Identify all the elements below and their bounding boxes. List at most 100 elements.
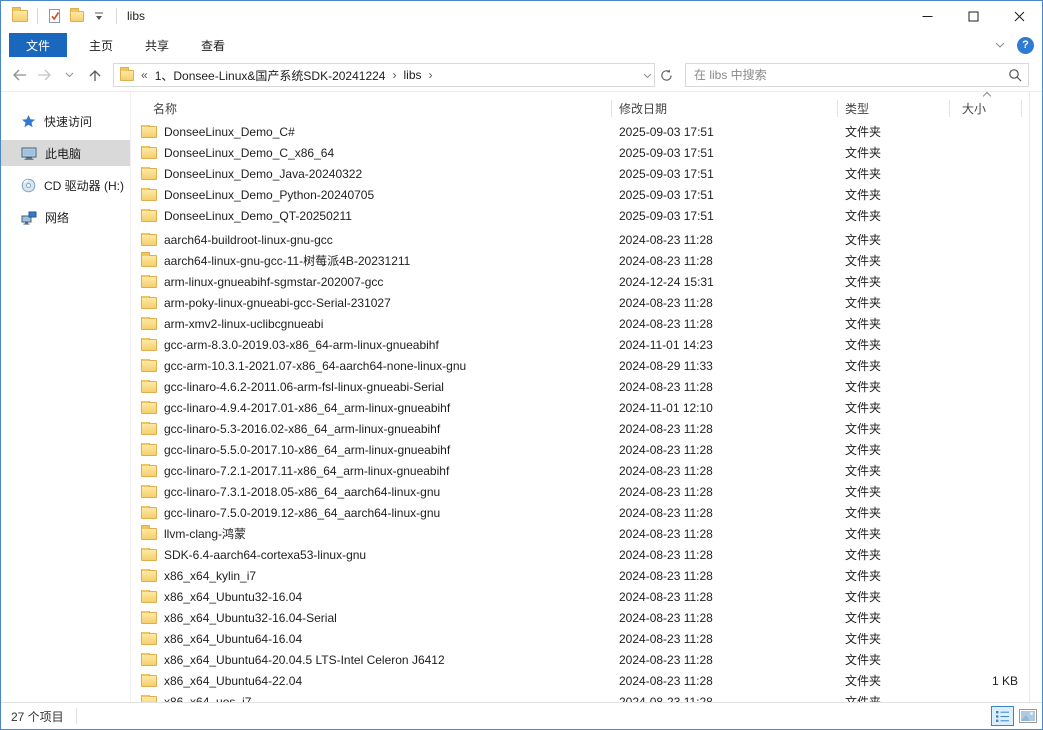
file-row[interactable]: arm-linux-gnueabihf-sgmstar-202007-gcc 2… xyxy=(131,271,1042,292)
file-name-cell[interactable]: arm-poky-linux-gnueabi-gcc-Serial-231027 xyxy=(131,296,612,310)
file-row[interactable]: gcc-linaro-7.3.1-2018.05-x86_64_aarch64-… xyxy=(131,481,1042,502)
file-row[interactable]: x86_x64_Ubuntu32-16.04 2024-08-23 11:28 … xyxy=(131,586,1042,607)
file-row[interactable]: x86_x64_kylin_i7 2024-08-23 11:28 文件夹 xyxy=(131,565,1042,586)
tab-home[interactable]: 主页 xyxy=(73,33,129,57)
file-name-cell[interactable]: x86_x64_Ubuntu32-16.04-Serial xyxy=(131,611,612,625)
up-icon[interactable] xyxy=(82,62,107,88)
breadcrumb-root[interactable]: 1、Donsee-Linux&国产系统SDK-20241224 xyxy=(155,67,386,84)
tab-view[interactable]: 查看 xyxy=(185,33,241,57)
file-date: 2025-09-03 17:51 xyxy=(612,209,838,223)
file-row[interactable]: gcc-linaro-7.2.1-2017.11-x86_64_arm-linu… xyxy=(131,460,1042,481)
tab-file[interactable]: 文件 xyxy=(9,33,67,57)
file-name-cell[interactable]: DonseeLinux_Demo_Java-20240322 xyxy=(131,167,612,181)
qat-customize-icon[interactable] xyxy=(88,5,110,27)
sidebar-item-cd-drive[interactable]: CD 驱动器 (H:) xyxy=(1,172,130,198)
file-name-cell[interactable]: gcc-arm-10.3.1-2021.07-x86_64-aarch64-no… xyxy=(131,359,612,373)
file-row[interactable]: x86_x64_Ubuntu64-16.04 2024-08-23 11:28 … xyxy=(131,628,1042,649)
app-icon[interactable] xyxy=(9,5,31,27)
file-row[interactable]: gcc-linaro-5.5.0-2017.10-x86_64_arm-linu… xyxy=(131,439,1042,460)
file-row[interactable]: gcc-arm-8.3.0-2019.03-x86_64-arm-linux-g… xyxy=(131,334,1042,355)
thumbnail-view-button[interactable] xyxy=(1016,706,1039,726)
file-row[interactable]: gcc-linaro-7.5.0-2019.12-x86_64_aarch64-… xyxy=(131,502,1042,523)
file-name-cell[interactable]: gcc-linaro-7.3.1-2018.05-x86_64_aarch64-… xyxy=(131,485,612,499)
file-date: 2024-08-23 11:28 xyxy=(612,695,838,703)
forward-icon[interactable] xyxy=(32,62,57,88)
vertical-scrollbar[interactable] xyxy=(1029,92,1042,702)
tab-share[interactable]: 共享 xyxy=(129,33,185,57)
back-icon[interactable] xyxy=(7,62,32,88)
file-row[interactable]: x86_x64_Ubuntu64-22.04 2024-08-23 11:28 … xyxy=(131,670,1042,691)
file-name-cell[interactable]: x86_x64_Ubuntu64-20.04.5 LTS-Intel Celer… xyxy=(131,653,612,667)
file-name-cell[interactable]: gcc-arm-8.3.0-2019.03-x86_64-arm-linux-g… xyxy=(131,338,612,352)
file-name-cell[interactable]: x86_x64_uos_i7 xyxy=(131,695,612,703)
file-row[interactable]: DonseeLinux_Demo_QT-20250211 2025-09-03 … xyxy=(131,205,1042,226)
file-row[interactable]: SDK-6.4-aarch64-cortexa53-linux-gnu 2024… xyxy=(131,544,1042,565)
file-row[interactable]: DonseeLinux_Demo_Java-20240322 2025-09-0… xyxy=(131,163,1042,184)
close-button[interactable] xyxy=(996,1,1042,31)
file-row[interactable]: aarch64-buildroot-linux-gnu-gcc 2024-08-… xyxy=(131,229,1042,250)
address-dropdown-chevron-icon[interactable] xyxy=(643,68,652,82)
details-view-button[interactable] xyxy=(991,706,1014,726)
file-name-cell[interactable]: DonseeLinux_Demo_C# xyxy=(131,125,612,139)
file-row[interactable]: DonseeLinux_Demo_C_x86_64 2025-09-03 17:… xyxy=(131,142,1042,163)
items-count: 27 个项目 xyxy=(11,708,64,725)
column-header-date[interactable]: 修改日期 xyxy=(612,100,838,117)
file-row[interactable]: arm-xmv2-linux-uclibcgnueabi 2024-08-23 … xyxy=(131,313,1042,334)
file-row[interactable]: gcc-linaro-4.6.2-2011.06-arm-fsl-linux-g… xyxy=(131,376,1042,397)
file-name-cell[interactable]: gcc-linaro-7.5.0-2019.12-x86_64_aarch64-… xyxy=(131,506,612,520)
file-name-cell[interactable]: SDK-6.4-aarch64-cortexa53-linux-gnu xyxy=(131,548,612,562)
file-name-cell[interactable]: arm-linux-gnueabihf-sgmstar-202007-gcc xyxy=(131,275,612,289)
file-name-cell[interactable]: gcc-linaro-4.6.2-2011.06-arm-fsl-linux-g… xyxy=(131,380,612,394)
file-row[interactable]: arm-poky-linux-gnueabi-gcc-Serial-231027… xyxy=(131,292,1042,313)
maximize-button[interactable] xyxy=(950,1,996,31)
breadcrumb-current[interactable]: libs xyxy=(403,68,421,82)
ribbon-expand-chevron-icon[interactable] xyxy=(995,38,1005,52)
breadcrumb-separator[interactable]: › xyxy=(392,68,396,82)
file-row[interactable]: DonseeLinux_Demo_C# 2025-09-03 17:51 文件夹 xyxy=(131,121,1042,142)
file-type: 文件夹 xyxy=(838,504,950,521)
file-row[interactable]: llvm-clang-鸿蒙 2024-08-23 11:28 文件夹 xyxy=(131,523,1042,544)
file-name-cell[interactable]: aarch64-buildroot-linux-gnu-gcc xyxy=(131,233,612,247)
file-name-cell[interactable]: gcc-linaro-7.2.1-2017.11-x86_64_arm-linu… xyxy=(131,464,612,478)
file-name-cell[interactable]: gcc-linaro-5.5.0-2017.10-x86_64_arm-linu… xyxy=(131,443,612,457)
file-name: gcc-linaro-7.2.1-2017.11-x86_64_arm-linu… xyxy=(164,464,449,478)
file-name-cell[interactable]: x86_x64_Ubuntu32-16.04 xyxy=(131,590,612,604)
breadcrumb-separator[interactable]: › xyxy=(429,68,433,82)
file-name-cell[interactable]: DonseeLinux_Demo_Python-20240705 xyxy=(131,188,612,202)
refresh-icon[interactable] xyxy=(655,63,677,87)
file-name-cell[interactable]: x86_x64_Ubuntu64-22.04 xyxy=(131,674,612,688)
file-name-cell[interactable]: arm-xmv2-linux-uclibcgnueabi xyxy=(131,317,612,331)
folder-icon xyxy=(141,189,157,201)
breadcrumb-prefix[interactable]: « xyxy=(141,68,148,82)
file-name-cell[interactable]: x86_x64_kylin_i7 xyxy=(131,569,612,583)
file-row[interactable]: aarch64-linux-gnu-gcc-11-树莓派4B-20231211 … xyxy=(131,250,1042,271)
help-icon[interactable]: ? xyxy=(1017,37,1034,54)
file-name-cell[interactable]: DonseeLinux_Demo_C_x86_64 xyxy=(131,146,612,160)
minimize-button[interactable] xyxy=(904,1,950,31)
new-folder-icon[interactable] xyxy=(66,5,88,27)
column-header-name[interactable]: 名称 xyxy=(131,100,612,117)
column-header-type[interactable]: 类型 xyxy=(838,100,950,117)
search-icon[interactable] xyxy=(1002,68,1028,82)
recent-locations-chevron-icon[interactable] xyxy=(57,62,82,88)
file-name-cell[interactable]: gcc-linaro-4.9.4-2017.01-x86_64_arm-linu… xyxy=(131,401,612,415)
file-row[interactable]: x86_x64_Ubuntu32-16.04-Serial 2024-08-23… xyxy=(131,607,1042,628)
file-name-cell[interactable]: DonseeLinux_Demo_QT-20250211 xyxy=(131,209,612,223)
search-input[interactable] xyxy=(686,65,1002,85)
sidebar-item-quick-access[interactable]: 快速访问 xyxy=(1,108,130,134)
sidebar-item-this-pc[interactable]: 此电脑 xyxy=(1,140,130,166)
file-row[interactable]: gcc-linaro-4.9.4-2017.01-x86_64_arm-linu… xyxy=(131,397,1042,418)
file-name-cell[interactable]: llvm-clang-鸿蒙 xyxy=(131,525,612,542)
file-row[interactable]: x86_x64_Ubuntu64-20.04.5 LTS-Intel Celer… xyxy=(131,649,1042,670)
file-row[interactable]: gcc-linaro-5.3-2016.02-x86_64_arm-linux-… xyxy=(131,418,1042,439)
sidebar-item-network[interactable]: 网络 xyxy=(1,204,130,230)
file-row[interactable]: x86_x64_uos_i7 2024-08-23 11:28 文件夹 xyxy=(131,691,1042,702)
file-name-cell[interactable]: x86_x64_Ubuntu64-16.04 xyxy=(131,632,612,646)
column-header-size[interactable]: 大小 xyxy=(950,100,1022,117)
address-bar[interactable]: « 1、Donsee-Linux&国产系统SDK-20241224 › libs… xyxy=(113,63,655,87)
file-row[interactable]: gcc-arm-10.3.1-2021.07-x86_64-aarch64-no… xyxy=(131,355,1042,376)
properties-check-icon[interactable] xyxy=(44,5,66,27)
file-name-cell[interactable]: gcc-linaro-5.3-2016.02-x86_64_arm-linux-… xyxy=(131,422,612,436)
file-row[interactable]: DonseeLinux_Demo_Python-20240705 2025-09… xyxy=(131,184,1042,205)
file-name-cell[interactable]: aarch64-linux-gnu-gcc-11-树莓派4B-20231211 xyxy=(131,252,612,269)
